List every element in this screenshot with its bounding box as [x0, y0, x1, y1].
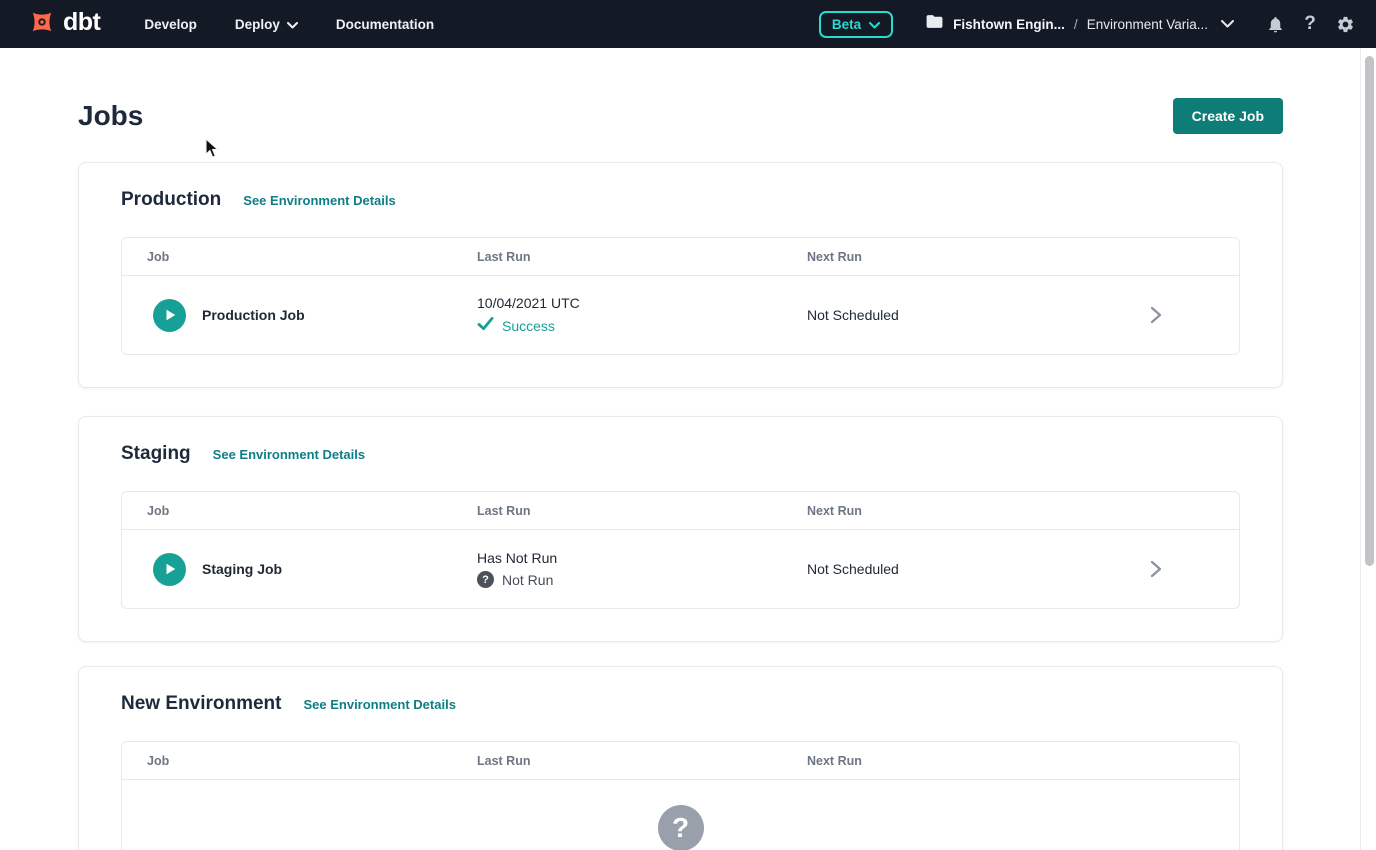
vertical-scrollbar[interactable]: [1360, 48, 1376, 850]
job-row-staging-job[interactable]: Staging Job Has Not Run ? Not Run Not Sc…: [122, 530, 1239, 608]
topbar-right: Beta Fishtown Engin... / Environment Var…: [819, 11, 1356, 38]
main-nav: Develop Deploy Documentation: [144, 17, 434, 32]
jobs-page: Jobs Create Job Production See Environme…: [78, 98, 1283, 850]
jobs-table: Job Last Run Next Run Staging Job Has No…: [121, 491, 1240, 609]
jobs-table-header: Job Last Run Next Run: [122, 742, 1239, 780]
environment-card-production: Production See Environment Details Job L…: [78, 162, 1283, 388]
environment-header: Staging See Environment Details: [121, 443, 1240, 465]
nav-documentation-label: Documentation: [336, 17, 434, 32]
breadcrumb-current[interactable]: Environment Varia...: [1087, 17, 1208, 32]
breadcrumb-project[interactable]: Fishtown Engin...: [953, 17, 1065, 32]
page-title: Jobs: [78, 100, 143, 132]
last-run-cell: Has Not Run ? Not Run: [477, 550, 807, 588]
column-last-run: Last Run: [477, 250, 807, 264]
environment-name: Staging: [121, 443, 191, 465]
chevron-down-icon[interactable]: [1221, 15, 1234, 33]
scrollbar-thumb[interactable]: [1365, 56, 1374, 566]
settings-gear-icon[interactable]: [1334, 13, 1356, 35]
project-breadcrumb[interactable]: Fishtown Engin... / Environment Varia...: [925, 12, 1234, 36]
see-environment-details-link[interactable]: See Environment Details: [243, 193, 395, 208]
column-last-run: Last Run: [477, 504, 807, 518]
folder-icon: [925, 12, 944, 36]
run-job-play-button[interactable]: [153, 553, 186, 586]
status-badge: Success: [502, 318, 555, 334]
column-next-run: Next Run: [807, 754, 1129, 768]
column-next-run: Next Run: [807, 504, 1129, 518]
jobs-table: Job Last Run Next Run ?: [121, 741, 1240, 850]
job-cell: Staging Job: [122, 553, 477, 586]
column-next-run: Next Run: [807, 250, 1129, 264]
help-icon[interactable]: ?: [1299, 13, 1321, 35]
run-job-play-button[interactable]: [153, 299, 186, 332]
environment-name: Production: [121, 189, 221, 211]
page-header: Jobs Create Job: [78, 98, 1283, 134]
row-chevron[interactable]: [1129, 306, 1239, 324]
empty-jobs-state: ?: [122, 780, 1239, 850]
environment-card-staging: Staging See Environment Details Job Last…: [78, 416, 1283, 642]
top-navigation-bar: dbt Develop Deploy Documentation Beta Fi…: [0, 0, 1376, 48]
jobs-table: Job Last Run Next Run Production Job 10/…: [121, 237, 1240, 355]
environment-header: Production See Environment Details: [121, 189, 1240, 211]
job-name: Staging Job: [202, 561, 282, 577]
next-run-cell: Not Scheduled: [807, 307, 1129, 323]
column-last-run: Last Run: [477, 754, 807, 768]
last-run-date: Has Not Run: [477, 550, 807, 566]
next-run-cell: Not Scheduled: [807, 561, 1129, 577]
status-line: ? Not Run: [477, 571, 807, 588]
topbar-icon-group: ?: [1264, 13, 1356, 35]
column-job: Job: [122, 504, 477, 518]
column-job: Job: [122, 754, 477, 768]
last-run-date: 10/04/2021 UTC: [477, 295, 807, 311]
nav-documentation[interactable]: Documentation: [336, 17, 434, 32]
empty-state-question-icon: ?: [658, 805, 704, 850]
last-run-cell: 10/04/2021 UTC Success: [477, 295, 807, 336]
see-environment-details-link[interactable]: See Environment Details: [303, 697, 455, 712]
column-job: Job: [122, 250, 477, 264]
row-chevron[interactable]: [1129, 560, 1239, 578]
job-name: Production Job: [202, 307, 305, 323]
status-badge: Not Run: [502, 572, 553, 588]
environment-header: New Environment See Environment Details: [121, 693, 1240, 715]
nav-develop-label: Develop: [144, 17, 197, 32]
chevron-down-icon: [869, 17, 880, 32]
nav-deploy-label: Deploy: [235, 17, 280, 32]
dbt-logo[interactable]: dbt: [28, 8, 100, 41]
see-environment-details-link[interactable]: See Environment Details: [213, 447, 365, 462]
dbt-logo-text: dbt: [63, 10, 100, 39]
job-row-production-job[interactable]: Production Job 10/04/2021 UTC Success No…: [122, 276, 1239, 354]
beta-dropdown[interactable]: Beta: [819, 11, 893, 38]
create-job-button[interactable]: Create Job: [1173, 98, 1283, 134]
environment-name: New Environment: [121, 693, 281, 715]
environment-card-new-environment: New Environment See Environment Details …: [78, 666, 1283, 850]
chevron-down-icon: [287, 17, 298, 32]
beta-label: Beta: [832, 17, 861, 32]
job-cell: Production Job: [122, 299, 477, 332]
dbt-logo-icon: [28, 8, 56, 41]
success-check-icon: [477, 316, 494, 336]
breadcrumb-separator: /: [1074, 17, 1078, 32]
nav-deploy[interactable]: Deploy: [235, 17, 298, 32]
status-line: Success: [477, 316, 807, 336]
not-run-question-icon: ?: [477, 571, 494, 588]
nav-develop[interactable]: Develop: [144, 17, 197, 32]
jobs-table-header: Job Last Run Next Run: [122, 238, 1239, 276]
jobs-table-header: Job Last Run Next Run: [122, 492, 1239, 530]
notifications-bell-icon[interactable]: [1264, 13, 1286, 35]
